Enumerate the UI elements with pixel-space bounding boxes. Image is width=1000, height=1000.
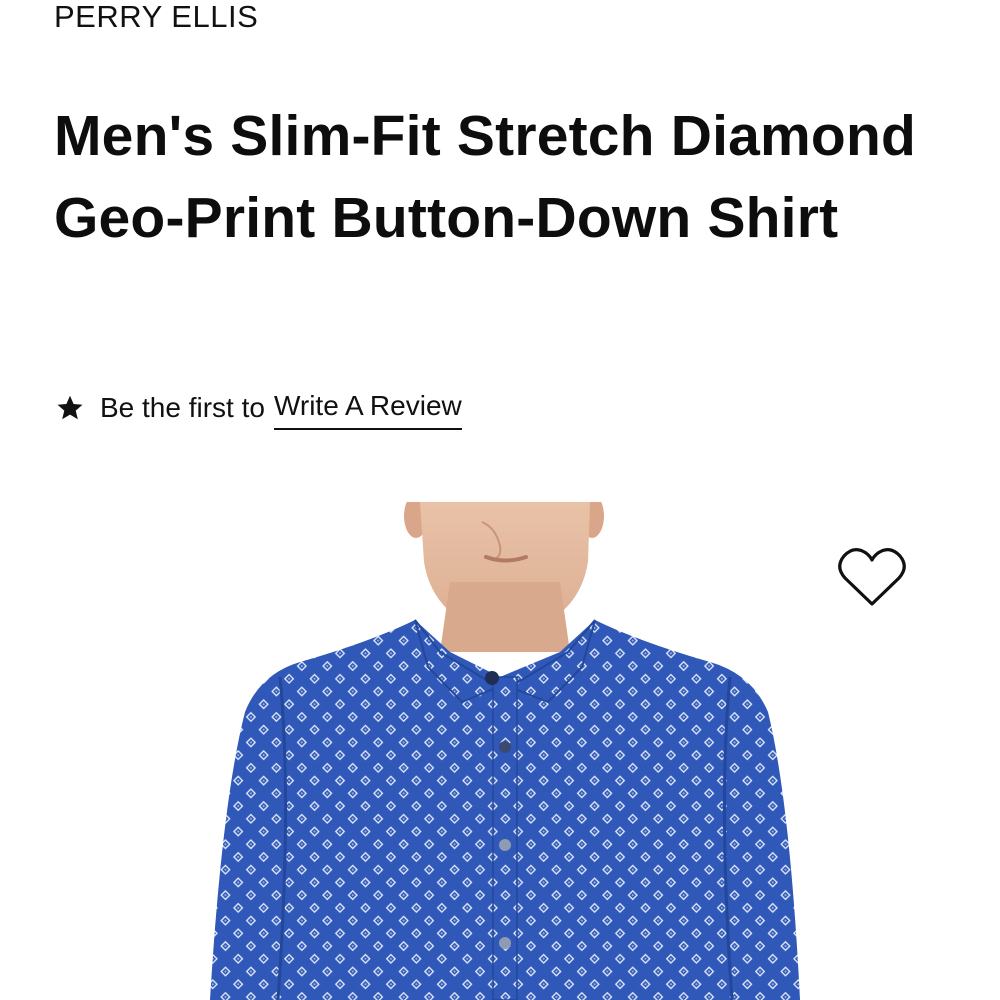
product-page: PERRY ELLIS Men's Slim-Fit Stretch Diamo… [0,0,1000,1000]
review-prompt-text: Be the first to [100,392,265,423]
product-image[interactable] [200,502,810,1000]
heart-outline-icon [836,544,908,610]
wishlist-button[interactable] [836,544,908,610]
brand-link[interactable]: PERRY ELLIS [54,0,258,36]
write-review-link[interactable]: Write A Review [273,386,462,430]
review-summary: Be the first to Write A Review [56,386,462,430]
star-icon [56,394,84,422]
product-title: Men's Slim-Fit Stretch Diamond Geo-Print… [54,104,916,250]
